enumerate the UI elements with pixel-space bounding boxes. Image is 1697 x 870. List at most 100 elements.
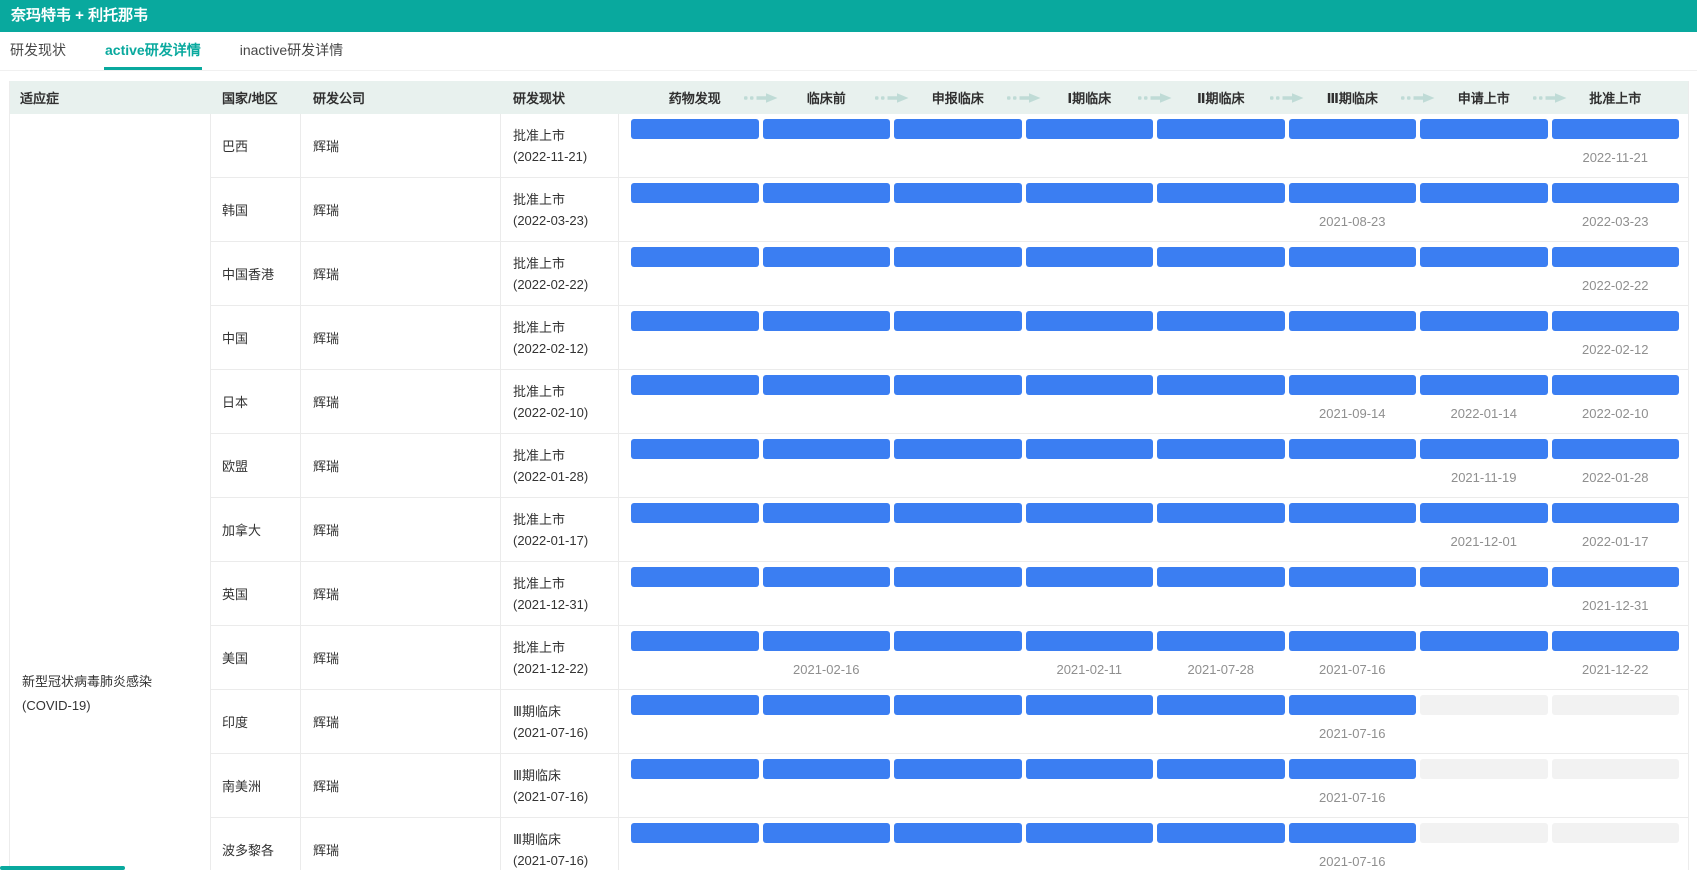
stage-cell-3 [1024, 818, 1156, 870]
tab-active-rd-details[interactable]: active研发详情 [104, 32, 202, 70]
stage-bar [1551, 247, 1679, 267]
stage-bar [1420, 183, 1548, 203]
status-cell: 批准上市 (2022-02-12) [501, 306, 619, 369]
stage-cell-2 [892, 690, 1024, 753]
status-text: 批准上市 [513, 383, 566, 399]
status-cell: 批准上市 (2022-01-17) [501, 498, 619, 561]
stage-bar [1288, 823, 1416, 843]
stage-progress: 2022-02-12 [619, 306, 1688, 369]
stage-bar [1551, 439, 1679, 459]
stage-bar [1025, 439, 1153, 459]
stage-bar [1551, 695, 1679, 715]
stage-progress: 2021-12-31 [619, 562, 1688, 625]
stage-cell-6 [1418, 114, 1550, 177]
stage-cell-7: 2022-03-23 [1550, 178, 1682, 241]
stage-cell-2 [892, 562, 1024, 625]
stage-bar [631, 311, 759, 331]
stage-bar [1288, 247, 1416, 267]
stage-date-label: 2021-07-16 [1319, 726, 1386, 741]
stage-cell-3 [1024, 754, 1156, 817]
stage-bar [1025, 567, 1153, 587]
stage-progress: 2021-07-16 [619, 690, 1688, 753]
country-cell: 波多黎各 [211, 818, 301, 870]
stage-bar [1420, 631, 1548, 651]
stage-bar [1157, 247, 1285, 267]
country-cell: 韩国 [211, 178, 301, 241]
stage-date-label: 2021-07-28 [1187, 662, 1255, 677]
stage-bar [894, 375, 1022, 395]
stage-cell-1 [761, 434, 893, 497]
stage-bar [631, 759, 759, 779]
stage-date-label: 2022-02-12 [1582, 342, 1649, 357]
company-cell: 辉瑞 [301, 562, 501, 625]
stage-cell-3 [1024, 242, 1156, 305]
stage-bar [894, 631, 1022, 651]
stage-cell-7: 2022-11-21 [1550, 114, 1682, 177]
stage-bar [1288, 183, 1416, 203]
stage-bar [1288, 311, 1416, 331]
status-date: (2022-11-21) [513, 148, 588, 164]
stage-header-6: 申请上市 [1418, 88, 1566, 107]
stage-cell-6 [1418, 306, 1550, 369]
stage-bar [1420, 503, 1548, 523]
stage-cell-7: 2022-01-17 [1550, 498, 1682, 561]
stage-bar [894, 183, 1022, 203]
stage-bar [1157, 759, 1285, 779]
stage-date-label: 2021-11-19 [1450, 470, 1517, 485]
tab-rd-status[interactable]: 研发现状 [9, 32, 67, 70]
col-header-status: 研发现状 [513, 91, 566, 106]
horizontal-scrollbar-thumb[interactable] [0, 866, 125, 870]
stage-cell-6 [1418, 242, 1550, 305]
stage-bar [1025, 503, 1153, 523]
stage-cell-6 [1418, 626, 1550, 689]
stage-cell-3 [1024, 178, 1156, 241]
stage-bar [894, 439, 1022, 459]
stage-bar [1420, 759, 1548, 779]
stage-bar [1420, 567, 1548, 587]
company-cell: 辉瑞 [301, 434, 501, 497]
stage-cell-1 [761, 818, 893, 870]
company-cell: 辉瑞 [301, 114, 501, 177]
stage-header-3: Ⅰ期临床 [1024, 88, 1172, 107]
stage-bar [894, 503, 1022, 523]
stage-cell-0 [629, 114, 761, 177]
stage-progress: 2021-02-16 2021-02-11 2021-07-28 2021-07-16… [619, 626, 1688, 689]
stage-bar [1157, 311, 1285, 331]
stage-cell-2 [892, 498, 1024, 561]
tab-inactive-rd-details[interactable]: inactive研发详情 [239, 32, 344, 70]
stage-header-2: 申报临床 [892, 88, 1040, 107]
stage-date-label: 2021-08-23 [1319, 214, 1386, 229]
stage-cell-4 [1155, 818, 1287, 870]
indication-text: 新型冠状病毒肺炎感染(COVID-19) [22, 674, 153, 713]
table-row: 美国 辉瑞 批准上市 (2021-12-22) 2021-02-16 2021-02-11… [211, 626, 1688, 690]
company-cell: 辉瑞 [301, 498, 501, 561]
stage-bar [1157, 183, 1285, 203]
stage-date-label: 2021-12-01 [1450, 534, 1518, 549]
stage-cell-4 [1155, 178, 1287, 241]
stage-date-label: 2021-09-14 [1319, 406, 1386, 421]
company-cell: 辉瑞 [301, 370, 501, 433]
stage-bar [631, 375, 759, 395]
col-header-company: 研发公司 [313, 91, 366, 106]
status-cell: 批准上市 (2021-12-31) [501, 562, 619, 625]
stage-cell-0 [629, 754, 761, 817]
stage-cell-1 [761, 498, 893, 561]
stage-bar [1551, 503, 1679, 523]
stage-cell-5: 2021-07-16 [1287, 690, 1419, 753]
table-body: 新型冠状病毒肺炎感染(COVID-19) 巴西 辉瑞 批准上市 (2022-11-21… [10, 114, 1688, 870]
stage-cell-6 [1418, 754, 1550, 817]
stage-header-1: 临床前 [761, 88, 909, 107]
stage-cell-5: 2021-09-14 [1287, 370, 1419, 433]
stage-cell-5 [1287, 114, 1419, 177]
status-text: Ⅲ期临床 [513, 767, 561, 783]
stage-header-0: 药物发现 [629, 88, 777, 107]
company-cell: 辉瑞 [301, 242, 501, 305]
stage-bar [1025, 119, 1153, 139]
stage-bar [1288, 119, 1416, 139]
status-text: 批准上市 [513, 447, 566, 463]
stage-bar [631, 439, 759, 459]
stage-bar [1157, 375, 1285, 395]
stage-cell-3 [1024, 306, 1156, 369]
company-cell: 辉瑞 [301, 306, 501, 369]
stage-cell-3 [1024, 114, 1156, 177]
